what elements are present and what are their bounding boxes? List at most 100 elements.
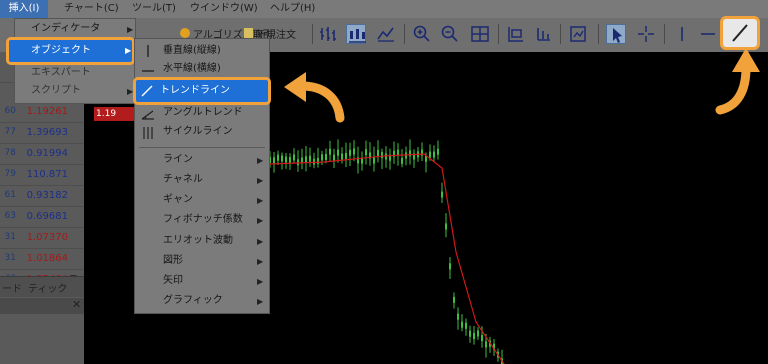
symbol-cell: 79 <box>4 169 16 179</box>
ask-cell: 1.01864 <box>26 253 68 264</box>
toolbar-separator <box>560 24 561 44</box>
menu-item-scripts[interactable]: スクリプト <box>31 81 81 101</box>
table-row[interactable]: 60 1.19261 <box>0 102 84 123</box>
table-row[interactable]: 31 1.01864 <box>0 249 84 270</box>
trendline-icon <box>140 84 154 98</box>
trendline-toolbar-button[interactable] <box>720 16 760 50</box>
zoom-in-button[interactable] <box>412 24 432 44</box>
candle-body <box>277 154 279 161</box>
bar-chart-button[interactable] <box>318 24 338 44</box>
candle-body <box>433 151 435 158</box>
candle-body <box>297 159 299 166</box>
tile-windows-button[interactable] <box>470 24 490 44</box>
vertical-line-button[interactable] <box>672 24 692 44</box>
symbol-cell: 77 <box>4 127 16 137</box>
cursor-button[interactable] <box>606 24 626 44</box>
candle-body <box>401 157 403 164</box>
symbol-cell: 60 <box>4 106 16 116</box>
menu-item-graphics[interactable]: グラフィック <box>163 291 223 311</box>
menu-chart[interactable]: チャート(C) <box>64 0 119 18</box>
toolbar-separator <box>598 24 599 44</box>
chart-shift-icon <box>508 27 523 42</box>
menu-help[interactable]: ヘルプ(H) <box>270 0 315 18</box>
menu-item-trendline-label: トレンドライン <box>160 85 230 96</box>
menu-item-objects[interactable]: オブジェクト ▶ <box>6 37 135 65</box>
bar-chart-icon <box>320 27 336 41</box>
menu-item-objects-label: オブジェクト <box>31 45 91 56</box>
chevron-right-icon: ▶ <box>127 25 134 34</box>
candle-body <box>353 148 355 155</box>
menu-item-cycle-lines[interactable]: サイクルライン <box>163 122 233 142</box>
table-row[interactable]: 31 1.07370 <box>0 228 84 249</box>
crosshair-button[interactable] <box>636 24 656 44</box>
candle-body <box>333 154 335 161</box>
table-row[interactable]: 77 1.39693 <box>0 123 84 144</box>
line-chart-icon <box>377 27 394 42</box>
candle-body <box>341 153 343 160</box>
menu-window[interactable]: ウインドウ(W) <box>190 0 258 18</box>
candle-body <box>325 153 327 160</box>
menu-item-trendline[interactable]: トレンドライン <box>133 77 271 105</box>
candle-body <box>477 330 479 337</box>
menu-item-indicators[interactable]: インディケータ <box>31 19 100 39</box>
crosshair-icon <box>638 26 654 42</box>
menu-item-channels[interactable]: チャネル <box>163 170 203 190</box>
candle-body <box>289 157 291 164</box>
line-chart-button[interactable] <box>376 24 396 44</box>
tab-tick[interactable]: ティック <box>28 280 67 295</box>
cursor-icon <box>613 28 622 43</box>
menu-item-lines[interactable]: ライン <box>163 150 193 170</box>
symbol-cell: 31 <box>4 232 16 242</box>
menu-item-vertical-line[interactable]: 垂直線(縦線) <box>163 41 221 61</box>
candle-body <box>345 152 347 159</box>
candle-body <box>309 155 311 162</box>
chevron-right-icon: ▶ <box>257 237 264 246</box>
candle-body <box>441 191 443 198</box>
moving-average-line <box>269 153 505 364</box>
zoom-out-button[interactable] <box>440 24 460 44</box>
close-icon[interactable]: ✕ <box>72 298 81 311</box>
menu-item-arrows[interactable]: 矢印 <box>163 271 183 291</box>
algo-icon <box>180 28 190 38</box>
pointer-arrow-icon <box>284 72 345 123</box>
menu-insert[interactable]: 挿入(I) <box>0 0 48 18</box>
horizontal-line-button[interactable] <box>698 24 718 44</box>
chevron-right-icon: ▶ <box>125 46 132 55</box>
candle-body <box>329 148 331 155</box>
candlestick-icon <box>349 29 366 43</box>
chart-shift-button[interactable] <box>506 24 526 44</box>
menu-tools[interactable]: ツール(T) <box>132 0 176 18</box>
candle-body <box>377 149 379 156</box>
menu-item-angle-trend[interactable]: アングルトレンド <box>163 103 243 123</box>
menu-item-fibonacci[interactable]: フィボナッチ係数 <box>163 210 243 230</box>
menu-divider <box>139 147 265 148</box>
candle-body <box>409 150 411 157</box>
chevron-right-icon: ▶ <box>257 257 264 266</box>
candle-body <box>317 157 319 164</box>
candlestick-chart-button[interactable] <box>346 24 366 44</box>
vertical-line-icon <box>681 27 683 41</box>
candle-body <box>285 156 287 163</box>
table-row[interactable]: 61 0.93182 <box>0 186 84 207</box>
ask-cell: 1.07370 <box>26 232 68 243</box>
price-label: 1.19 <box>94 107 136 121</box>
menu-item-elliott[interactable]: エリオット波動 <box>163 231 233 251</box>
auto-scroll-icon <box>537 28 550 41</box>
ask-cell: 110.871 <box>26 169 68 180</box>
candle-body <box>381 152 383 159</box>
table-row[interactable]: 63 0.69681 <box>0 207 84 228</box>
candle-body <box>473 333 475 340</box>
table-row[interactable]: 79 110.871 <box>0 165 84 186</box>
templates-button[interactable] <box>568 24 588 44</box>
menu-item-gann[interactable]: ギャン <box>163 190 193 210</box>
table-row[interactable]: 78 0.91994 <box>0 144 84 165</box>
menu-item-horizontal-line[interactable]: 水平線(横線) <box>163 59 221 79</box>
candle-body <box>365 149 367 156</box>
auto-scroll-button[interactable] <box>534 24 554 44</box>
menu-item-experts[interactable]: エキスパート <box>31 63 91 83</box>
candle-body <box>457 313 459 320</box>
tab-trade[interactable]: ード <box>2 280 22 295</box>
menu-item-shapes[interactable]: 図形 <box>163 251 183 271</box>
horizontal-line-icon <box>701 33 715 35</box>
candle-body <box>445 223 447 230</box>
